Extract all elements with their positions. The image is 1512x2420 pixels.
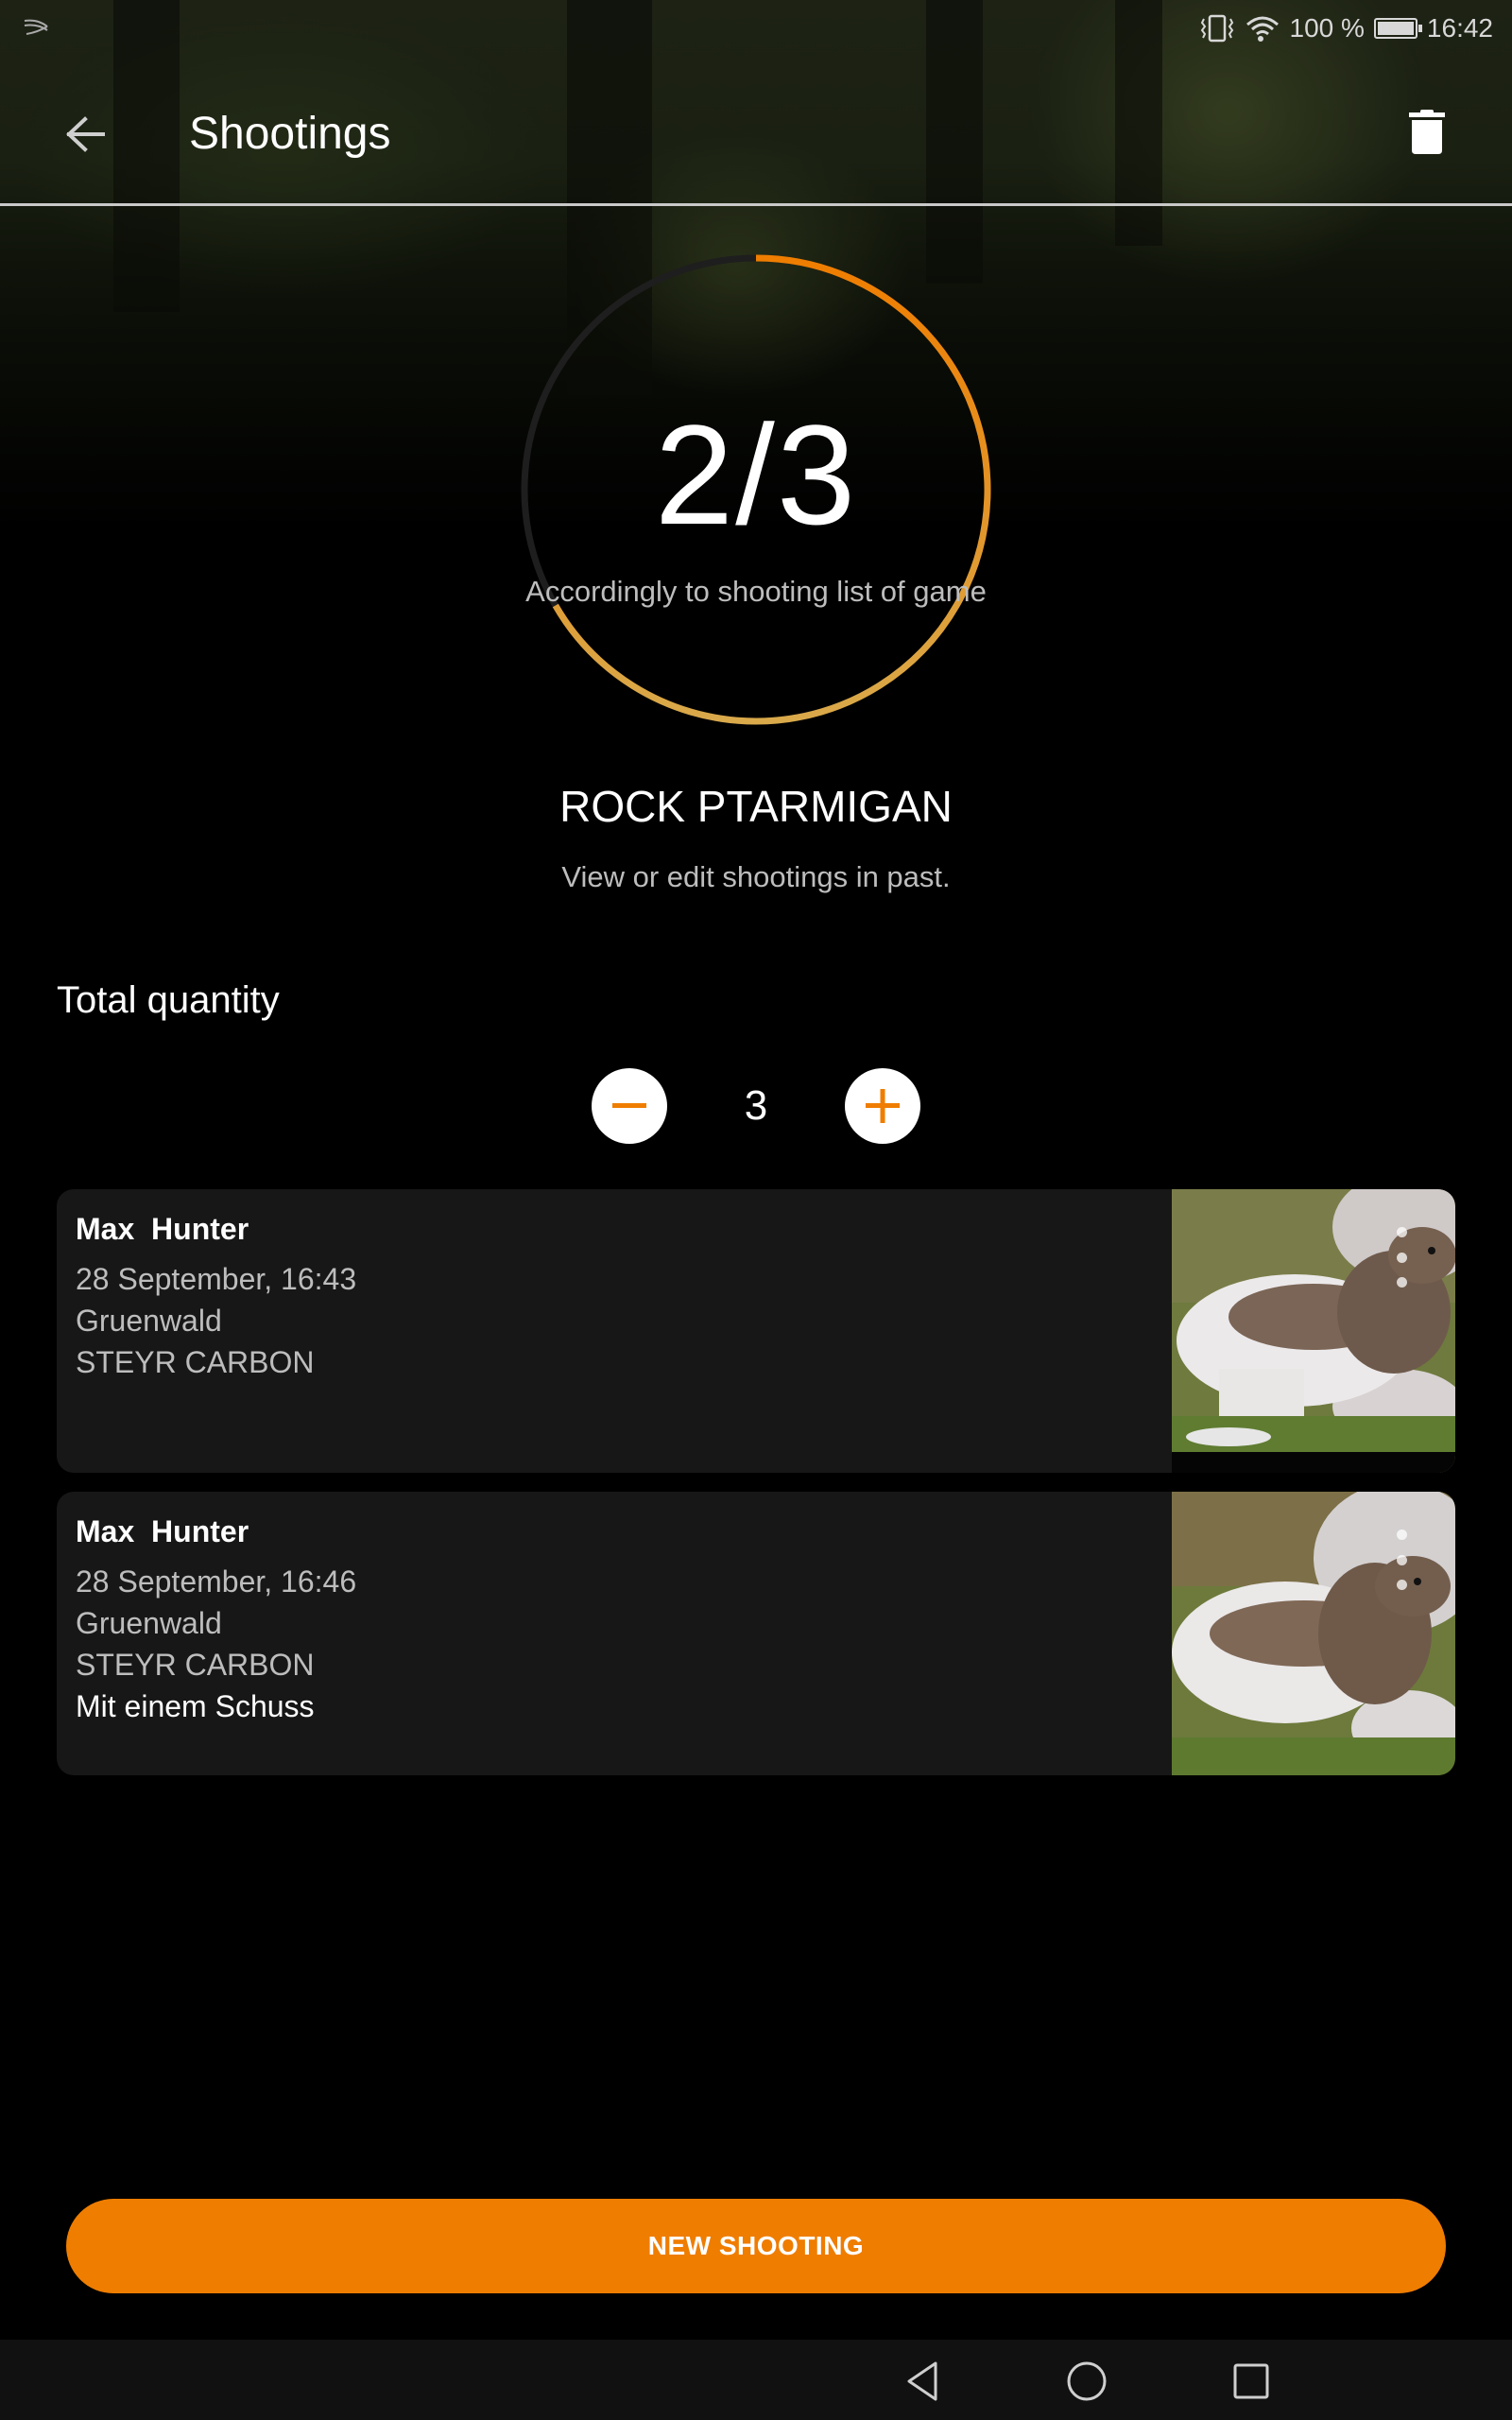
back-triangle-icon xyxy=(907,2361,937,2401)
battery-icon xyxy=(1373,18,1422,39)
app-bar: Shootings xyxy=(0,66,1512,204)
minus-icon xyxy=(612,1103,646,1108)
species-title: ROCK PTARMIGAN xyxy=(559,782,953,831)
menu-dot xyxy=(1396,1252,1407,1263)
recents-square-icon xyxy=(1233,2363,1269,2399)
menu-dot xyxy=(1396,1580,1407,1590)
system-navigation-bar xyxy=(0,2340,1512,2420)
wifi-icon xyxy=(1246,16,1279,42)
arrow-left-icon xyxy=(66,116,105,152)
trash-icon xyxy=(1409,110,1445,154)
menu-dot xyxy=(1396,1227,1407,1237)
shooting-location: Gruenwald xyxy=(76,1304,222,1338)
vibrate-icon xyxy=(1200,14,1233,43)
increment-button[interactable] xyxy=(845,1068,920,1144)
shooting-progress-ring: 2/3 xyxy=(520,253,992,726)
home-circle-icon xyxy=(1067,2361,1107,2401)
new-shooting-button[interactable]: NEW SHOOTING xyxy=(66,2199,1446,2293)
decrement-button[interactable] xyxy=(592,1068,667,1144)
shooting-datetime: 28 September, 16:43 xyxy=(76,1262,357,1296)
menu-dot xyxy=(1396,1530,1407,1540)
rock-ptarmigan-photo xyxy=(1172,1189,1455,1473)
swiftkey-icon xyxy=(24,19,48,35)
shooting-datetime: 28 September, 16:46 xyxy=(76,1564,357,1599)
progress-caption: Accordingly to shooting list of game xyxy=(525,575,987,608)
shooting-note: Mit einem Schuss xyxy=(76,1689,315,1723)
more-options-button[interactable] xyxy=(1390,1530,1413,1590)
rock-ptarmigan-photo xyxy=(1172,1492,1455,1775)
hunter-name: Max Hunter xyxy=(76,1212,249,1246)
more-options-button[interactable] xyxy=(1390,1227,1413,1288)
nav-recents-button[interactable] xyxy=(1225,2355,1278,2408)
menu-dot xyxy=(1396,1277,1407,1288)
quantity-stepper: 3 xyxy=(592,1068,920,1144)
shooting-card[interactable]: Max Hunter 28 September, 16:46 Gruenwald… xyxy=(57,1492,1455,1775)
nav-back-button[interactable] xyxy=(896,2355,949,2408)
page-title: Shootings xyxy=(189,109,391,159)
plus-icon xyxy=(866,1089,900,1123)
progress-count: 2/3 xyxy=(654,395,858,554)
hunter-name: Max Hunter xyxy=(76,1514,249,1548)
total-quantity-label: Total quantity xyxy=(57,979,280,1021)
species-subtitle: View or edit shootings in past. xyxy=(561,860,951,893)
shooting-weapon: STEYR CARBON xyxy=(76,1648,315,1682)
shooting-weapon: STEYR CARBON xyxy=(76,1345,315,1379)
menu-dot xyxy=(1396,1554,1407,1565)
nav-home-button[interactable] xyxy=(1060,2355,1113,2408)
app-bar-divider xyxy=(0,203,1512,206)
back-button[interactable] xyxy=(57,106,113,163)
photo-bottom-band xyxy=(1172,1452,1455,1473)
delete-button[interactable] xyxy=(1399,104,1455,161)
status-time: 16:42 xyxy=(1426,13,1493,43)
shooting-location: Gruenwald xyxy=(76,1606,222,1640)
battery-percent: 100 % xyxy=(1289,13,1365,43)
quantity-value: 3 xyxy=(744,1082,768,1129)
shooting-card[interactable]: Max Hunter 28 September, 16:43 Gruenwald… xyxy=(57,1189,1455,1473)
status-bar: 100 % 16:42 xyxy=(0,0,1512,57)
